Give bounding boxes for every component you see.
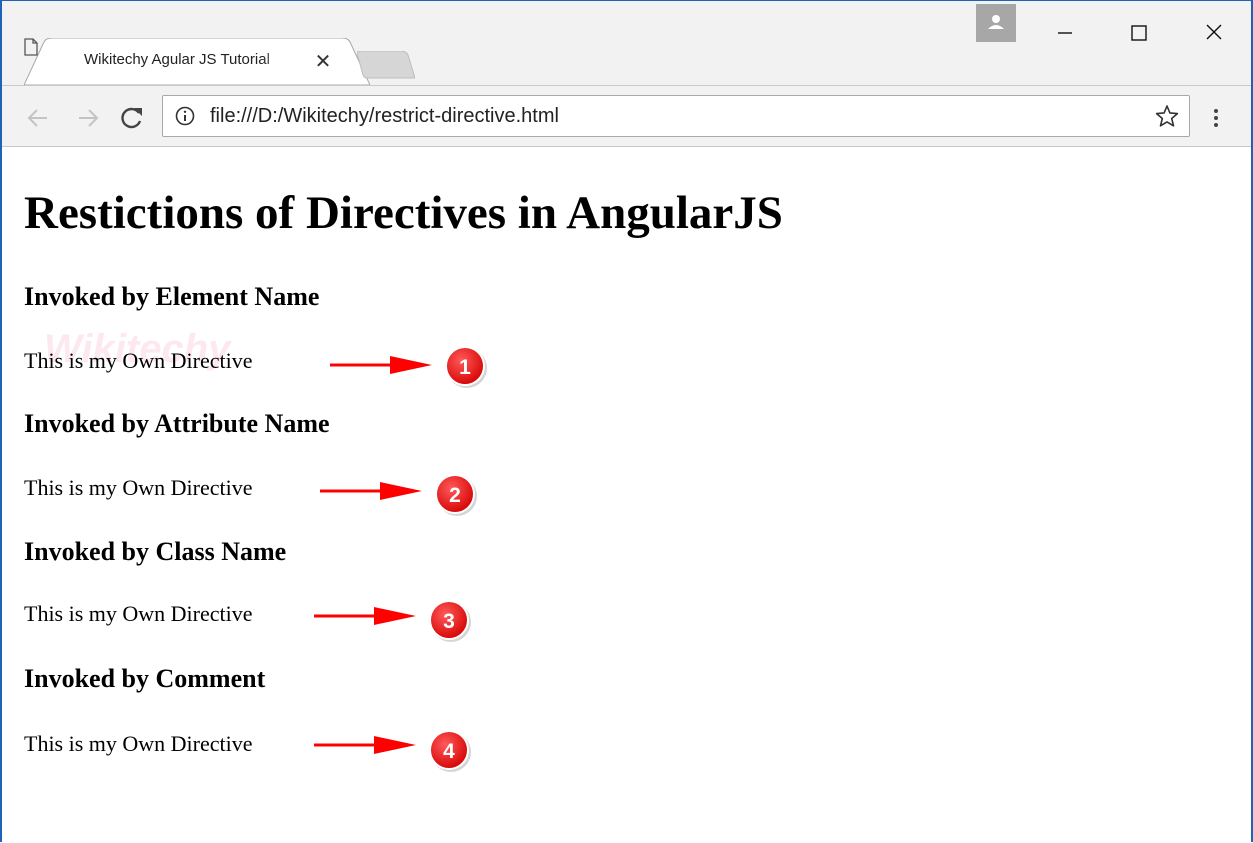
reload-icon[interactable] <box>118 104 146 132</box>
arrow-head <box>374 736 416 754</box>
section-title-comment: Invoked by Comment <box>24 664 266 693</box>
badge-number: 4 <box>443 740 455 763</box>
star-icon[interactable] <box>1155 104 1179 128</box>
maximize-icon[interactable] <box>1116 11 1162 45</box>
section-title-attribute: Invoked by Attribute Name <box>24 409 330 438</box>
page-icon <box>24 38 38 56</box>
browser-toolbar: file:///D:/Wikitechy/restrict-directive.… <box>2 85 1251 147</box>
profile-icon[interactable] <box>976 4 1016 42</box>
active-tab[interactable]: Wikitechy Agular JS Tutorial ✕ <box>24 38 370 85</box>
directive-output-attribute: This is my Own Directive <box>24 475 253 500</box>
minimize-icon[interactable] <box>1042 11 1088 45</box>
badge-number: 2 <box>449 484 461 507</box>
arrow-head <box>374 607 416 625</box>
forward-arrow-icon[interactable] <box>74 104 102 132</box>
annotation-1: 1 <box>330 346 487 388</box>
browser-window: Wikitechy Agular JS Tutorial ✕ file:///D… <box>0 0 1253 843</box>
directive-output-element: This is my Own Directive <box>24 348 253 373</box>
section-title-element: Invoked by Element Name <box>24 282 320 311</box>
url-text[interactable]: file:///D:/Wikitechy/restrict-directive.… <box>210 105 559 128</box>
close-icon[interactable]: ✕ <box>312 51 334 73</box>
annotation-4: 4 <box>314 730 471 772</box>
directive-output-comment: This is my Own Directive <box>24 731 253 756</box>
section-title-class: Invoked by Class Name <box>24 537 287 566</box>
annotation-2: 2 <box>320 474 477 516</box>
close-window-icon[interactable] <box>1190 11 1236 45</box>
title-bar: Wikitechy Agular JS Tutorial ✕ <box>2 1 1251 85</box>
info-icon[interactable] <box>175 106 195 126</box>
page-title: Restictions of Directives in AngularJS <box>24 187 783 239</box>
badge-number: 3 <box>443 610 455 633</box>
address-bar[interactable]: file:///D:/Wikitechy/restrict-directive.… <box>162 95 1190 137</box>
arrow-head <box>390 356 432 374</box>
directive-output-class: This is my Own Directive <box>24 601 253 626</box>
tab-title: Wikitechy Agular JS Tutorial <box>84 51 270 68</box>
badge-number: 1 <box>459 356 471 379</box>
back-arrow-icon[interactable] <box>24 104 52 132</box>
menu-icon[interactable] <box>1210 104 1222 132</box>
new-tab-icon[interactable] <box>357 51 415 79</box>
page-content: Wikitechy Restictions of Directives in A… <box>4 147 1249 843</box>
arrow-head <box>380 482 422 500</box>
annotation-3: 3 <box>314 600 471 642</box>
